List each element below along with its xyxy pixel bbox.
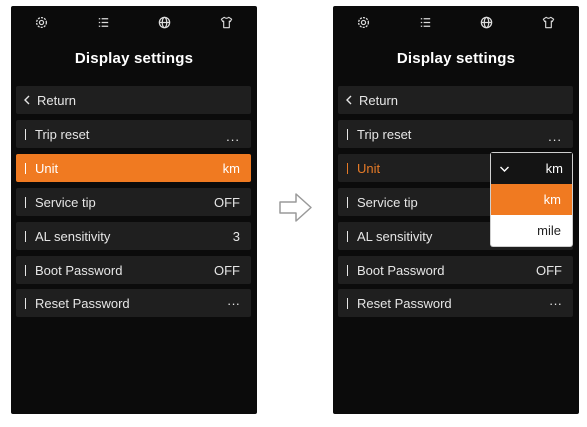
row-marker: [347, 196, 348, 208]
boot-password-value: OFF: [214, 262, 240, 278]
al-sensitivity-row[interactable]: AL sensitivity 3: [16, 222, 251, 250]
row-marker: [25, 264, 26, 276]
return-label: Return: [37, 92, 77, 108]
service-tip-row[interactable]: Service tip OFF: [16, 188, 251, 216]
left-phone-screen: Display settings Return Trip reset ... U…: [11, 6, 257, 414]
reset-password-label: Reset Password: [35, 295, 130, 311]
service-tip-value: OFF: [214, 194, 240, 210]
top-icon-bar: [11, 6, 257, 38]
gear-icon[interactable]: [32, 12, 52, 32]
right-phone-screen: Display settings Return Trip reset ... U…: [333, 6, 579, 414]
page-title: Display settings: [74, 50, 194, 67]
list-icon[interactable]: [415, 12, 435, 32]
boot-password-value: OFF: [536, 262, 562, 278]
boot-password-row[interactable]: Boot Password OFF: [338, 256, 573, 284]
row-marker: [347, 264, 348, 276]
return-button[interactable]: Return: [16, 86, 251, 114]
boot-password-label: Boot Password: [357, 262, 445, 278]
unit-option-mile[interactable]: mile: [491, 215, 572, 246]
unit-dropdown[interactable]: km km mile: [491, 153, 572, 246]
top-icon-bar: [333, 6, 579, 38]
reset-password-row[interactable]: Reset Password ···: [338, 289, 573, 317]
chevron-left-icon: [345, 95, 353, 105]
row-marker: [347, 230, 348, 242]
row-marker: [25, 230, 26, 242]
chevron-down-icon: [499, 165, 510, 173]
shirt-icon[interactable]: [216, 12, 236, 32]
row-marker: [25, 297, 26, 309]
trip-reset-label: Trip reset: [357, 126, 412, 142]
chevron-left-icon: [23, 95, 31, 105]
shirt-icon[interactable]: [538, 12, 558, 32]
globe-icon[interactable]: [477, 12, 497, 32]
reset-password-row[interactable]: Reset Password ···: [16, 289, 251, 317]
reset-password-label: Reset Password: [357, 295, 452, 311]
row-marker: [25, 162, 26, 174]
boot-password-row[interactable]: Boot Password OFF: [16, 256, 251, 284]
trip-reset-row[interactable]: Trip reset ...: [338, 120, 573, 148]
unit-dropdown-current: km: [545, 161, 563, 176]
return-label: Return: [359, 92, 399, 108]
unit-value: km: [222, 160, 240, 176]
page-title: Display settings: [396, 50, 516, 67]
service-tip-label: Service tip: [35, 194, 96, 210]
trip-reset-label: Trip reset: [35, 126, 90, 142]
gear-icon[interactable]: [354, 12, 374, 32]
unit-dropdown-header[interactable]: km: [491, 153, 572, 184]
list-icon[interactable]: [93, 12, 113, 32]
al-sensitivity-value: 3: [232, 228, 240, 244]
unit-label: Unit: [35, 160, 59, 176]
al-sensitivity-label: AL sensitivity: [35, 228, 111, 244]
trip-reset-value: ...: [548, 128, 562, 144]
row-marker: [347, 297, 348, 309]
row-marker: [347, 162, 348, 174]
trip-reset-value: ...: [226, 128, 240, 144]
trip-reset-row[interactable]: Trip reset ...: [16, 120, 251, 148]
globe-icon[interactable]: [155, 12, 175, 32]
row-marker: [25, 128, 26, 140]
right-arrow-icon: [279, 193, 312, 222]
unit-row[interactable]: Unit km: [16, 154, 251, 182]
row-marker: [25, 196, 26, 208]
boot-password-label: Boot Password: [35, 262, 123, 278]
reset-password-value: ···: [227, 295, 240, 311]
row-marker: [347, 128, 348, 140]
reset-password-value: ···: [549, 295, 562, 311]
unit-option-km[interactable]: km: [491, 184, 572, 215]
return-button[interactable]: Return: [338, 86, 573, 114]
